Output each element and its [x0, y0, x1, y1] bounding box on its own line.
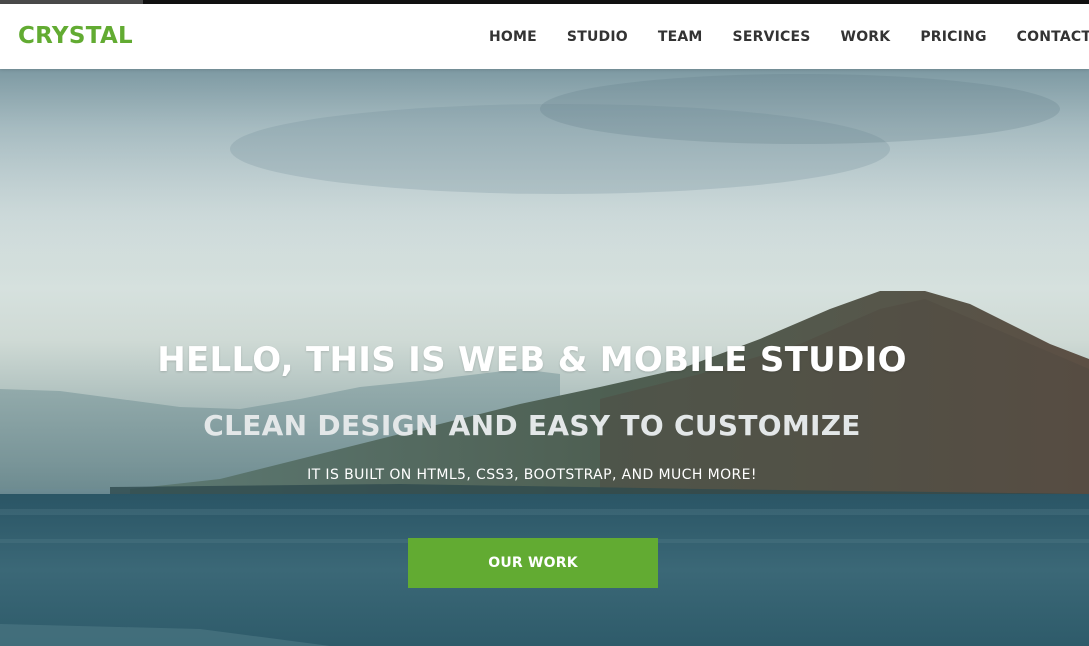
- site-header: CRYSTAL HOME STUDIO TEAM SERVICES WORK P…: [0, 4, 1089, 69]
- nav-link-work[interactable]: WORK: [826, 29, 906, 45]
- nav-item: HOME: [474, 29, 552, 45]
- hero-section: HELLO, THIS IS WEB & MOBILE STUDIO CLEAN…: [0, 69, 1089, 646]
- nav-link-home[interactable]: HOME: [474, 29, 552, 45]
- our-work-button[interactable]: OUR WORK: [408, 538, 658, 588]
- hero-headline: HELLO, THIS IS WEB & MOBILE STUDIO: [157, 340, 907, 380]
- nav-item: TEAM: [643, 29, 718, 45]
- main-nav: HOME STUDIO TEAM SERVICES WORK PRICING C…: [474, 4, 1089, 69]
- hero-content: HELLO, THIS IS WEB & MOBILE STUDIO CLEAN…: [0, 69, 1089, 646]
- brand-logo[interactable]: CRYSTAL: [18, 23, 133, 49]
- hero-tagline: IT IS BUILT ON HTML5, CSS3, BOOTSTRAP, A…: [307, 467, 757, 483]
- nav-link-team[interactable]: TEAM: [643, 29, 718, 45]
- nav-item: WORK: [826, 29, 906, 45]
- nav-item: PRICING: [905, 29, 1001, 45]
- nav-link-contact[interactable]: CONTACT: [1002, 29, 1089, 45]
- nav-item: SERVICES: [718, 29, 826, 45]
- nav-item: CONTACT: [1002, 29, 1089, 45]
- nav-item: STUDIO: [552, 29, 643, 45]
- nav-link-services[interactable]: SERVICES: [718, 29, 826, 45]
- nav-link-pricing[interactable]: PRICING: [905, 29, 1001, 45]
- nav-link-studio[interactable]: STUDIO: [552, 29, 643, 45]
- hero-subheadline: CLEAN DESIGN AND EASY TO CUSTOMIZE: [203, 409, 861, 442]
